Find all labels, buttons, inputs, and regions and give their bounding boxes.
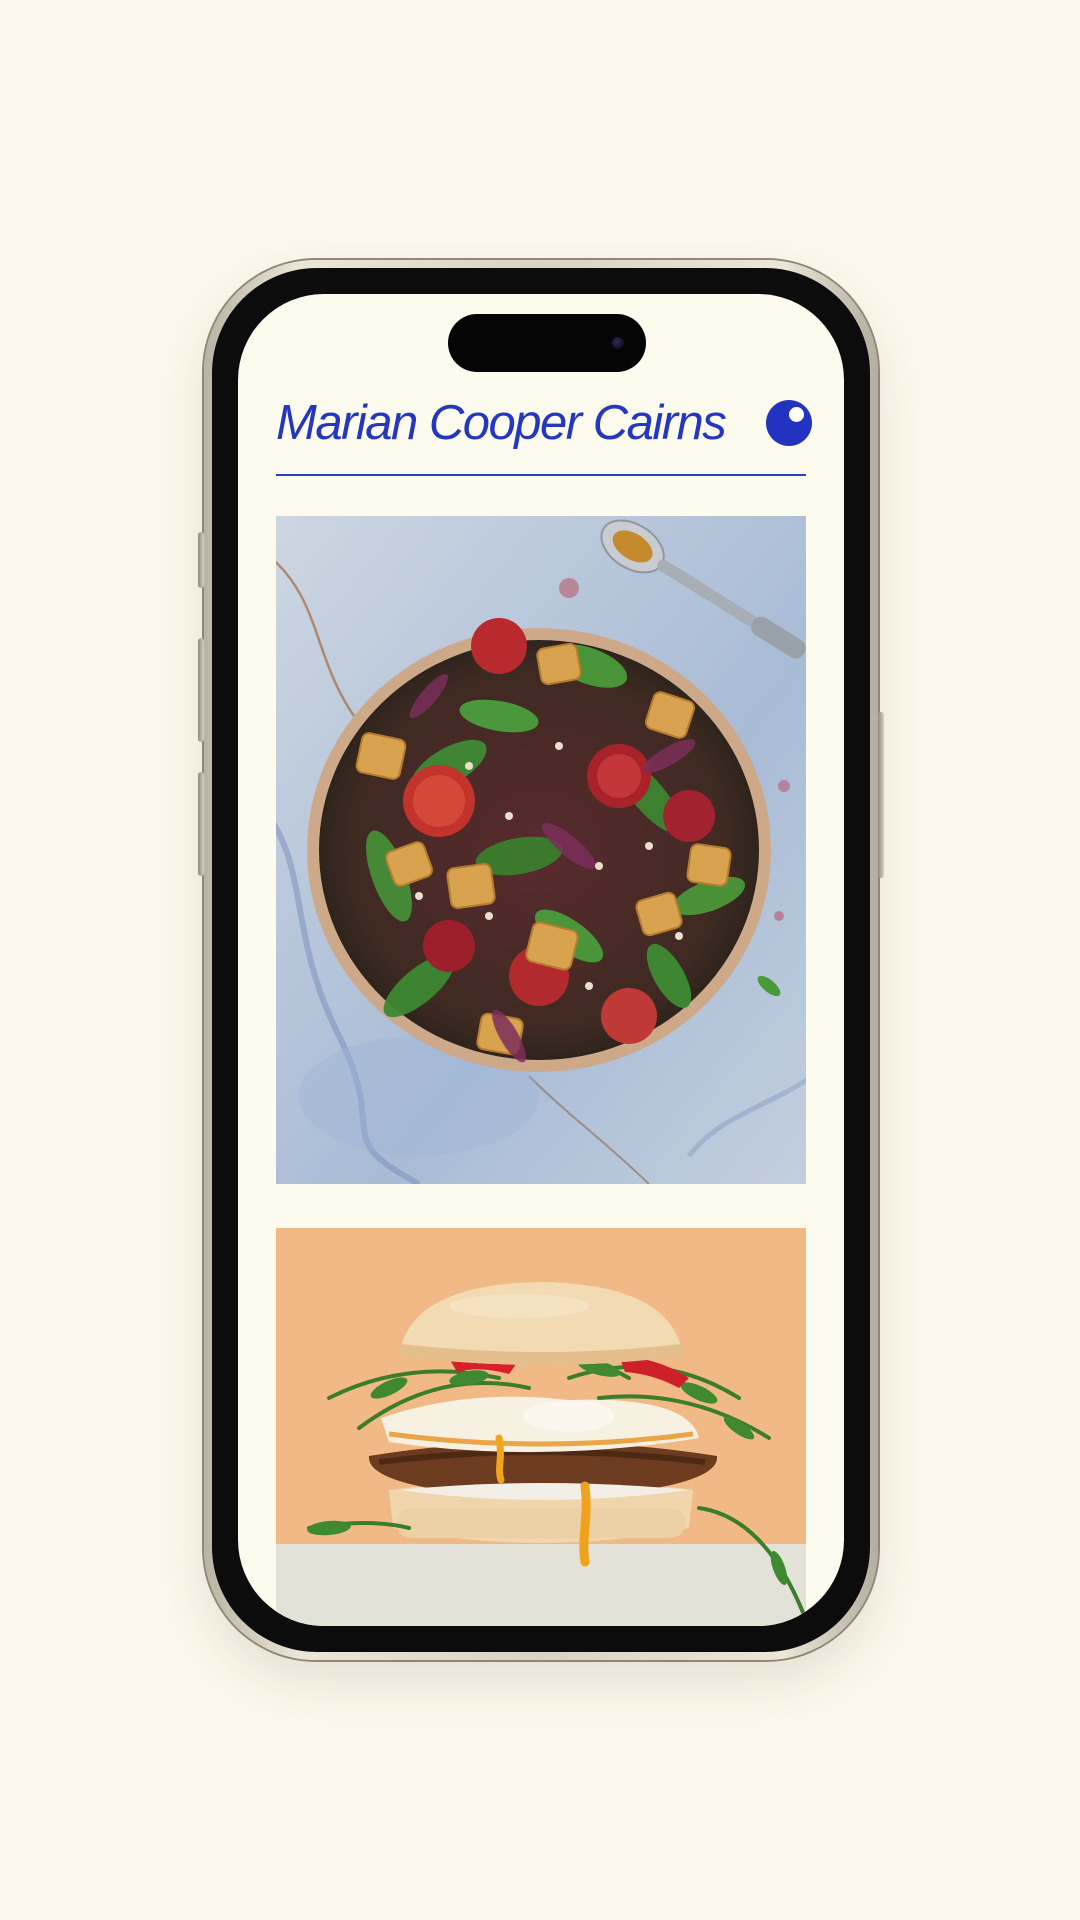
action-button <box>198 532 204 588</box>
page-stage: Marian Cooper Cairns <box>0 0 1080 1920</box>
dynamic-island <box>448 314 646 372</box>
power-button <box>878 712 884 878</box>
volume-down-button <box>198 772 204 876</box>
blue-circle-logo-icon[interactable] <box>766 400 812 446</box>
phone-mockup: Marian Cooper Cairns <box>198 260 884 1660</box>
salad-bowl-image <box>276 516 806 1184</box>
phone-bezel: Marian Cooper Cairns <box>212 268 870 1652</box>
photo-feed <box>276 516 806 1626</box>
volume-up-button <box>198 638 204 742</box>
site-title[interactable]: Marian Cooper Cairns <box>276 394 727 452</box>
breakfast-sandwich-image <box>276 1228 806 1626</box>
phone-screen: Marian Cooper Cairns <box>238 294 844 1626</box>
salad-photo-card[interactable] <box>276 516 806 1184</box>
site-header: Marian Cooper Cairns <box>276 394 812 476</box>
front-camera-icon <box>612 337 624 349</box>
sandwich-photo-card[interactable] <box>276 1228 806 1626</box>
